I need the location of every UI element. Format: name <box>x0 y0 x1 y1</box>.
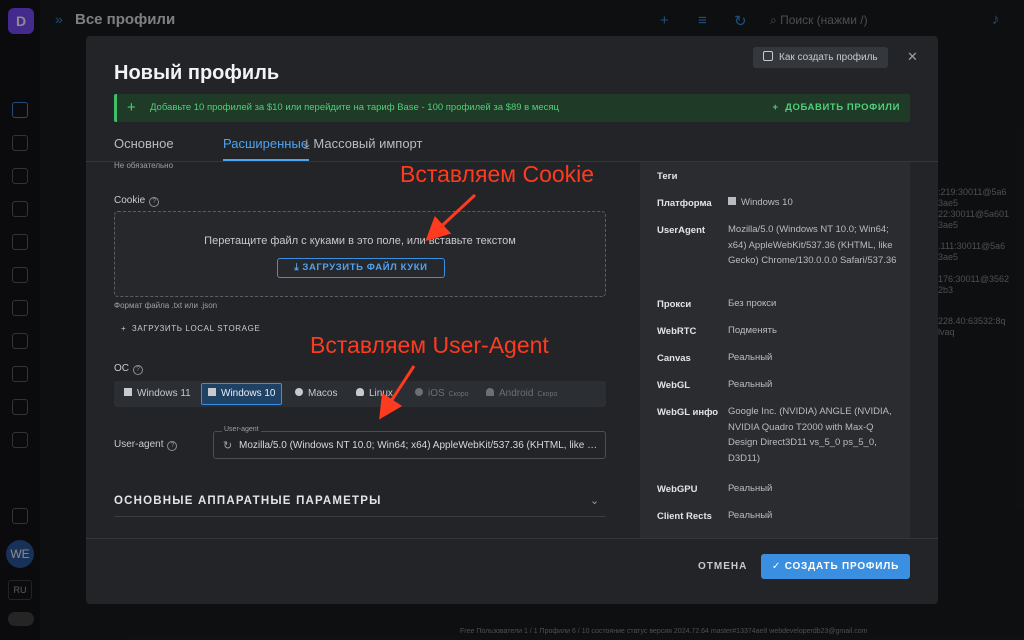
summary-key: WebGL <box>657 380 691 391</box>
os-option-label: iOS <box>428 388 445 399</box>
optional-note: Не обязательно <box>114 161 174 170</box>
tab-bulk-import[interactable]: ⤓ Массовый импорт <box>304 136 422 152</box>
platform-text: Windows 10 <box>741 197 793 208</box>
promo-banner: + Добавьте 10 профилей за $10 или перейд… <box>114 94 910 122</box>
os-label: ОС? <box>114 363 143 375</box>
dropzone-text: Перетащите файл с куками в это поле, или… <box>204 235 516 247</box>
os-option-label: Android <box>499 388 534 399</box>
chevron-down-icon[interactable]: ⌄ <box>590 494 599 507</box>
windows-icon <box>208 388 216 396</box>
soon-badge: Скоро <box>537 391 558 398</box>
os-ios: iOS Скоро <box>409 383 475 405</box>
summary-ua-value: Mozilla/5.0 (Windows NT 10.0; Win64; x64… <box>728 224 897 266</box>
cookie-label-text: Cookie <box>114 195 146 206</box>
video-icon <box>763 51 773 61</box>
help-icon[interactable]: ? <box>149 197 160 207</box>
promo-text: Добавьте 10 профилей за $10 или перейдит… <box>150 102 559 113</box>
ua-field-legend: User-agent <box>222 426 261 433</box>
section-divider <box>114 516 606 517</box>
upload-cookie-button[interactable]: ⤓ ЗАГРУЗИТЬ ФАЙЛ КУКИ <box>277 258 445 278</box>
annotation-user-agent: Вставляем User-Agent <box>310 332 549 358</box>
user-agent-value: Mozilla/5.0 (Windows NT 10.0; Win64; x64… <box>239 440 599 451</box>
summary-key: WebGPU <box>657 484 698 495</box>
summary-webgl-info-value: Google Inc. (NVIDIA) ANGLE (NVIDIA, NVID… <box>728 406 892 464</box>
add-profiles-button[interactable]: + ДОБАВИТЬ ПРОФИЛИ <box>772 102 900 113</box>
tab-bulk-import-label: Массовый импорт <box>313 136 423 151</box>
os-linux[interactable]: Linux <box>350 383 399 405</box>
cookie-dropzone[interactable]: Перетащите файл с куками в это поле, или… <box>114 211 606 297</box>
summary-webrtc-value: Подменять <box>728 325 777 336</box>
file-format-hint: Формат файла .txt или .json <box>114 301 218 310</box>
os-selector: Windows 11 Windows 10 Macos Linux iOS Ско… <box>114 381 606 407</box>
os-windows-10[interactable]: Windows 10 <box>201 383 283 405</box>
create-profile-button[interactable]: ✓ СОЗДАТЬ ПРОФИЛЬ <box>761 554 910 579</box>
summary-key: Теги <box>657 171 678 182</box>
cancel-button[interactable]: ОТМЕНА <box>698 561 747 572</box>
summary-platform-value: Windows 10 <box>728 195 903 211</box>
summary-proxy-value: Без прокси <box>728 298 777 309</box>
help-icon[interactable]: ? <box>133 365 143 375</box>
user-agent-input[interactable]: User-agent ↻ Mozilla/5.0 (Windows NT 10.… <box>213 426 606 459</box>
plus-icon: + <box>127 99 136 116</box>
linux-icon <box>356 388 364 396</box>
os-macos[interactable]: Macos <box>289 383 343 405</box>
os-android: Android Скоро <box>480 383 563 405</box>
dialog-title: Новый профиль <box>114 62 280 84</box>
upload-local-storage-button[interactable]: + ЗАГРУЗИТЬ LOCAL STORAGE <box>121 324 260 333</box>
summary-key: Платформа <box>657 198 712 209</box>
windows-icon <box>728 197 736 205</box>
new-profile-dialog: Новый профиль Как создать профиль ✕ + До… <box>86 36 938 604</box>
summary-key: WebGL инфо <box>657 407 719 418</box>
summary-key: Canvas <box>657 353 691 364</box>
summary-key: WebRTC <box>657 326 697 337</box>
summary-key: Client Rects <box>657 511 712 522</box>
android-icon <box>486 388 494 396</box>
tab-basic[interactable]: Основное <box>114 136 174 151</box>
soon-badge: Скоро <box>448 391 469 398</box>
close-icon[interactable]: ✕ <box>907 49 918 65</box>
cookie-label: Cookie? <box>114 195 160 207</box>
footer-divider <box>86 538 938 539</box>
profile-summary-panel: Теги Платформа Windows 10 UserAgent Mozi… <box>640 162 910 538</box>
os-option-label: Windows 10 <box>221 388 276 399</box>
upload-cookie-label: ЗАГРУЗИТЬ ФАЙЛ КУКИ <box>302 262 428 273</box>
tab-advanced[interactable]: Расширенные <box>223 136 308 151</box>
windows-icon <box>124 388 132 396</box>
ua-label: User-agent? <box>114 439 178 451</box>
summary-client-rects-value: Реальный <box>728 510 773 521</box>
os-option-label: Macos <box>308 388 338 399</box>
refresh-icon[interactable]: ↻ <box>223 439 232 452</box>
summary-key: UserAgent <box>657 225 706 236</box>
os-windows-11[interactable]: Windows 11 <box>118 383 197 405</box>
os-label-text: ОС <box>114 363 129 374</box>
summary-key: Прокси <box>657 299 692 310</box>
summary-webgpu-value: Реальный <box>728 483 773 494</box>
summary-canvas-value: Реальный <box>728 352 773 363</box>
how-to-label: Как создать профиль <box>779 52 878 63</box>
create-profile-label: СОЗДАТЬ ПРОФИЛЬ <box>784 561 900 572</box>
os-option-label: Linux <box>369 388 393 399</box>
os-option-label: Windows 11 <box>137 388 191 399</box>
help-icon[interactable]: ? <box>167 441 178 451</box>
apple-icon <box>295 388 303 396</box>
apple-icon <box>415 388 423 396</box>
hardware-section-header[interactable]: ОСНОВНЫЕ АППАРАТНЫЕ ПАРАМЕТРЫ <box>114 495 382 507</box>
local-storage-label: ЗАГРУЗИТЬ LOCAL STORAGE <box>131 324 261 333</box>
add-profiles-label: ДОБАВИТЬ ПРОФИЛИ <box>785 102 900 113</box>
how-to-create-button[interactable]: Как создать профиль <box>753 47 888 68</box>
download-icon: ⤓ <box>304 136 310 151</box>
annotation-cookie: Вставляем Cookie <box>400 161 595 187</box>
ua-label-text: User-agent <box>114 439 164 450</box>
summary-webgl-value: Реальный <box>728 379 773 390</box>
